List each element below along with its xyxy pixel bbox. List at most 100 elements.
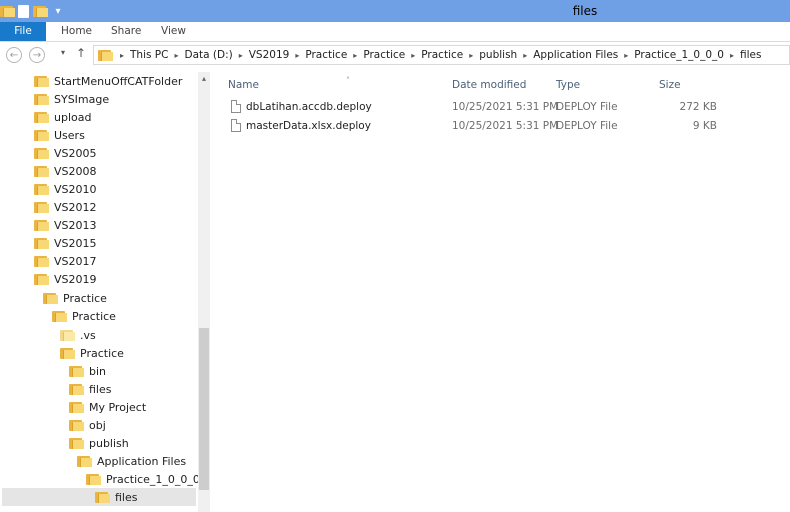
tree-item-label: upload	[54, 110, 92, 124]
tree-item[interactable]: bin	[69, 362, 106, 380]
tree-scrollbar[interactable]: ▴	[198, 72, 210, 512]
breadcrumb-vs2019[interactable]: VS2019	[249, 49, 290, 61]
breadcrumb-this-pc[interactable]: This PC	[130, 49, 168, 61]
tree-item[interactable]: VS2005	[34, 144, 97, 162]
tree-item[interactable]: Users	[34, 126, 85, 144]
folder-icon	[34, 93, 49, 105]
tree-item[interactable]: VS2010	[34, 180, 97, 198]
file-size: 272 KB	[679, 101, 717, 113]
folder-icon	[77, 455, 92, 467]
scrollbar-thumb[interactable]	[199, 328, 209, 490]
tree-item[interactable]: Practice	[43, 289, 107, 307]
tree-item-label: StartMenuOffCATFolder	[54, 74, 183, 88]
tree-item-label: VS2010	[54, 182, 97, 196]
tree-item[interactable]: StartMenuOffCATFolder	[34, 72, 182, 90]
tree-item-label: files	[115, 490, 138, 504]
file-size: 9 KB	[692, 120, 717, 132]
tree-item[interactable]: My Project	[69, 398, 146, 416]
tree-item[interactable]: Practice_1_0_0_0	[86, 470, 200, 488]
breadcrumb-separator-icon[interactable]: ▸	[174, 51, 178, 60]
column-header-type[interactable]: Type	[556, 77, 580, 93]
file-icon	[231, 119, 241, 132]
breadcrumb-data-drive[interactable]: Data (D:)	[185, 49, 233, 61]
file-row[interactable]: masterData.xlsx.deploy 10/25/2021 5:31 P…	[228, 117, 788, 135]
folder-icon	[60, 347, 75, 359]
file-row[interactable]: dbLatihan.accdb.deploy 10/25/2021 5:31 P…	[228, 98, 788, 116]
tree-item-label: VS2017	[54, 254, 97, 268]
navigation-bar: ← → ▾ ↑ ▸ This PC ▸ Data (D:) ▸ VS2019 ▸…	[0, 42, 790, 68]
folder-icon	[34, 255, 49, 267]
tree-item[interactable]: VS2019	[34, 270, 97, 288]
folder-icon	[69, 365, 84, 377]
tree-item-label: .vs	[80, 328, 96, 342]
column-header-name-label: Name	[228, 79, 259, 91]
address-bar[interactable]: ▸ This PC ▸ Data (D:) ▸ VS2019 ▸ Practic…	[93, 45, 790, 65]
up-button[interactable]: ↑	[76, 46, 86, 60]
folder-icon	[34, 183, 49, 195]
tree-item[interactable]: VS2012	[34, 198, 97, 216]
file-type: DEPLOY File	[556, 101, 618, 113]
breadcrumb-separator-icon[interactable]: ▸	[624, 51, 628, 60]
breadcrumb-files[interactable]: files	[740, 49, 761, 61]
breadcrumb-publish[interactable]: publish	[479, 49, 517, 61]
column-header-name[interactable]: Name ˄	[228, 76, 350, 93]
tree-item-selected[interactable]: files	[2, 488, 196, 506]
scroll-up-icon[interactable]: ▴	[198, 74, 210, 83]
folder-icon	[95, 491, 110, 503]
tree-item[interactable]: publish	[69, 434, 129, 452]
tree-item[interactable]: obj	[69, 416, 106, 434]
column-header-size[interactable]: Size	[659, 77, 681, 93]
breadcrumb-practice[interactable]: Practice	[305, 49, 347, 61]
sort-indicator-icon: ˄	[346, 76, 350, 85]
recent-locations-chevron-icon[interactable]: ▾	[61, 48, 65, 57]
tree-item-label: VS2005	[54, 146, 97, 160]
tree-item-label: VS2019	[54, 272, 97, 286]
tree-item[interactable]: SYSImage	[34, 90, 109, 108]
tree-item[interactable]: VS2013	[34, 216, 97, 234]
tree-item[interactable]: VS2017	[34, 252, 97, 270]
tree-item-label: Practice	[63, 291, 107, 305]
breadcrumb-separator-icon[interactable]: ▸	[469, 51, 473, 60]
tab-home[interactable]: Home	[61, 22, 92, 41]
folder-icon	[34, 201, 49, 213]
tab-view[interactable]: View	[161, 22, 186, 41]
breadcrumb-separator-icon[interactable]: ▸	[120, 51, 124, 60]
back-button[interactable]: ←	[6, 47, 22, 63]
file-type: DEPLOY File	[556, 120, 618, 132]
breadcrumb-separator-icon[interactable]: ▸	[411, 51, 415, 60]
tab-file[interactable]: File	[0, 22, 46, 41]
breadcrumb-practice-1-0-0-0[interactable]: Practice_1_0_0_0	[634, 49, 724, 61]
tree-item[interactable]: upload	[34, 108, 91, 126]
tree-item-label: VS2013	[54, 218, 97, 232]
breadcrumb-separator-icon[interactable]: ▸	[523, 51, 527, 60]
breadcrumb-separator-icon[interactable]: ▸	[353, 51, 357, 60]
tree-item-label: SYSImage	[54, 92, 110, 106]
breadcrumb-practice-2[interactable]: Practice	[363, 49, 405, 61]
forward-button[interactable]: →	[29, 47, 45, 63]
tree-item-label: My Project	[89, 400, 147, 414]
tree-item[interactable]: Application Files	[77, 452, 186, 470]
breadcrumb-separator-icon[interactable]: ▸	[730, 51, 734, 60]
column-header-date-modified[interactable]: Date modified	[452, 77, 526, 93]
breadcrumb-practice-3[interactable]: Practice	[421, 49, 463, 61]
title-bar: ▾ files	[0, 0, 790, 22]
folder-icon	[52, 310, 67, 322]
folder-icon	[34, 129, 49, 141]
tab-share[interactable]: Share	[111, 22, 141, 41]
tree-item-label: VS2008	[54, 164, 97, 178]
tree-item[interactable]: VS2008	[34, 162, 97, 180]
breadcrumb-application-files[interactable]: Application Files	[533, 49, 618, 61]
breadcrumb-separator-icon[interactable]: ▸	[239, 51, 243, 60]
tree-item-label: Practice	[80, 346, 124, 360]
file-list: Name ˄ Date modified Type Size dbLatihan…	[212, 72, 790, 512]
tree-item[interactable]: Practice	[52, 307, 116, 325]
folder-icon	[34, 219, 49, 231]
tree-item[interactable]: VS2015	[34, 234, 97, 252]
window-title: files	[572, 4, 598, 18]
tree-item[interactable]: files	[69, 380, 111, 398]
tree-item[interactable]: Practice	[60, 344, 124, 362]
breadcrumb-separator-icon[interactable]: ▸	[295, 51, 299, 60]
file-name: dbLatihan.accdb.deploy	[246, 101, 372, 113]
folder-icon	[43, 292, 58, 304]
tree-item[interactable]: .vs	[60, 326, 96, 344]
